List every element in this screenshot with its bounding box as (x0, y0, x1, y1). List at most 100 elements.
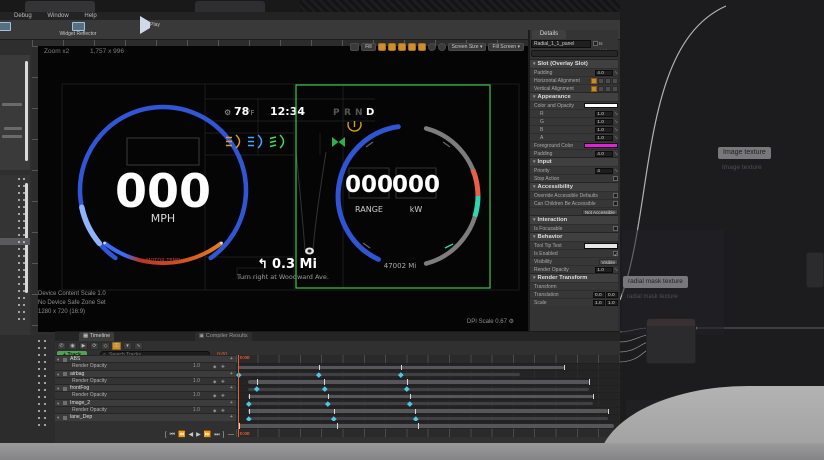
visibility-dot-icon[interactable] (23, 199, 25, 201)
visibility-dot-icon[interactable] (44, 347, 46, 349)
visibility-dot-icon[interactable] (18, 283, 20, 285)
visibility-dot-icon[interactable] (18, 311, 20, 313)
visibility-dot-icon[interactable] (23, 283, 25, 285)
keyframe[interactable] (404, 387, 409, 392)
checkbox-stop-action[interactable] (613, 176, 618, 181)
tree-row[interactable] (0, 315, 30, 322)
visibility-dot-icon[interactable] (23, 178, 25, 180)
tab-details[interactable]: Details (532, 30, 566, 39)
visibility-dot-icon[interactable] (23, 269, 25, 271)
field-scale[interactable]: 1.0 (593, 300, 605, 306)
designer-viewport[interactable]: Zoom x2 1,757 x 996 Fill Screen Size ▾ F… (32, 40, 528, 332)
tab-timeline[interactable]: ▦ Timeline (79, 332, 114, 341)
visibility-dot-icon[interactable] (38, 410, 40, 412)
tree-row[interactable] (0, 231, 30, 238)
section-appearance[interactable]: ▾Appearance (530, 92, 618, 101)
track-range-bar[interactable] (248, 409, 609, 413)
visibility-dot-icon[interactable] (18, 269, 20, 271)
control-priority[interactable]: 4∿ (595, 168, 618, 174)
visibility-dot-icon[interactable] (23, 185, 25, 187)
field-translation[interactable]: 0.0 (606, 292, 618, 298)
align-button[interactable] (598, 78, 604, 84)
caret-icon[interactable]: ▾ (57, 414, 59, 420)
control-appearance-padding[interactable]: 4.0∿ (595, 151, 618, 157)
section-render-transform[interactable]: ▾Render Transform (530, 273, 618, 282)
tree-row[interactable] (0, 252, 30, 259)
speedometer-gauge[interactable]: 000 MPH MOTOR TEMP (80, 107, 246, 264)
visibility-dot-icon[interactable] (23, 234, 25, 236)
visibility-dot-icon[interactable] (38, 368, 40, 370)
visibility-dot-icon[interactable] (23, 290, 25, 292)
track-image-2[interactable]: ▾Image_2+ (55, 399, 236, 406)
visibility-dot-icon[interactable] (44, 424, 46, 426)
dpi-settings-gear-icon[interactable]: ⚙ (509, 319, 514, 325)
visibility-dot-icon[interactable] (18, 276, 20, 278)
color-swatch-foreground-color[interactable] (584, 143, 618, 148)
details-search-input[interactable] (531, 50, 618, 57)
tree-row[interactable] (0, 189, 30, 196)
control-is-focusable[interactable] (613, 226, 618, 231)
control-stop-action[interactable] (613, 176, 618, 181)
save-icon[interactable]: ✆ (57, 342, 66, 350)
visibility-dot-icon[interactable] (38, 389, 40, 391)
visibility-dot-icon[interactable] (23, 213, 25, 215)
tree-row[interactable] (0, 203, 30, 210)
visibility-dot-icon[interactable] (38, 340, 40, 342)
track-range-bar[interactable] (248, 380, 590, 384)
tree-row[interactable] (0, 210, 30, 217)
visibility-dot-icon[interactable] (44, 375, 46, 377)
track-range-bar[interactable] (238, 424, 614, 428)
align-button[interactable] (605, 78, 611, 84)
tree-row[interactable] (30, 407, 55, 414)
skip-to-start-button[interactable]: ⏮ (170, 432, 176, 438)
tree-row[interactable] (0, 308, 30, 315)
field-render-opacity[interactable]: 1.0 (595, 267, 613, 273)
field-scale[interactable]: 1.0 (606, 300, 618, 306)
playhead[interactable] (238, 355, 239, 437)
checkbox-can-children-be-accessible[interactable] (613, 201, 618, 206)
input-tool-tip-text[interactable] (584, 243, 618, 249)
visibility-dot-icon[interactable] (23, 248, 25, 250)
visibility-dot-icon[interactable] (44, 340, 46, 342)
field-color-b[interactable]: 1.0 (595, 127, 613, 133)
skip-to-end-button[interactable]: ⏭ (214, 432, 220, 438)
visibility-dot-icon[interactable] (18, 318, 20, 320)
tree-row[interactable] (0, 224, 30, 231)
visibility-dot-icon[interactable] (44, 396, 46, 398)
visibility-dot-icon[interactable] (23, 262, 25, 264)
visibility-dot-icon[interactable] (23, 255, 25, 257)
keyframe[interactable] (246, 401, 251, 406)
tree-row[interactable] (0, 273, 30, 280)
control-render-opacity[interactable]: 1.0∿ (595, 267, 618, 273)
tree-row[interactable] (30, 400, 55, 407)
widget-name-field[interactable]: Radial_1_1_panel (531, 40, 591, 48)
tree-row[interactable] (0, 301, 30, 308)
tree-row[interactable] (0, 266, 30, 273)
section-slot-overlay-slot[interactable]: ▾Slot (Overlay Slot) (530, 59, 618, 68)
visibility-dot-icon[interactable] (18, 234, 20, 236)
control-can-children-be-accessible[interactable] (613, 201, 618, 206)
tree-row[interactable] (0, 175, 30, 182)
control-color-and-opacity[interactable] (584, 103, 618, 108)
tree-row[interactable] (30, 393, 55, 400)
visibility-dot-icon[interactable] (18, 241, 20, 243)
timeline-ruler-top[interactable] (236, 355, 620, 363)
color-swatch-color-and-opacity[interactable] (584, 103, 618, 108)
control-color-g[interactable]: 1.0∿ (595, 119, 618, 125)
field-appearance-padding[interactable]: 4.0 (595, 151, 613, 157)
control-translation[interactable]: 0.00.0 (593, 292, 618, 298)
visibility-dot-icon[interactable] (18, 248, 20, 250)
visibility-dot-icon[interactable] (23, 220, 25, 222)
camera-icon[interactable]: ◉ (68, 342, 77, 350)
visibility-dot-icon[interactable] (23, 192, 25, 194)
property-range-bar[interactable] (248, 417, 609, 420)
is-variable-checkbox[interactable] (593, 41, 598, 46)
visibility-dot-icon[interactable] (38, 403, 40, 405)
visibility-dot-icon[interactable] (18, 255, 20, 257)
track-abs[interactable]: ▾ABS+ (55, 355, 236, 362)
align-button[interactable] (591, 78, 597, 84)
section-accessibility[interactable]: ▾Accessibility (530, 182, 618, 191)
menu-window[interactable]: Window (47, 13, 68, 19)
field-color-a[interactable]: 1.0 (595, 135, 613, 141)
window-tab[interactable] (25, 1, 95, 12)
